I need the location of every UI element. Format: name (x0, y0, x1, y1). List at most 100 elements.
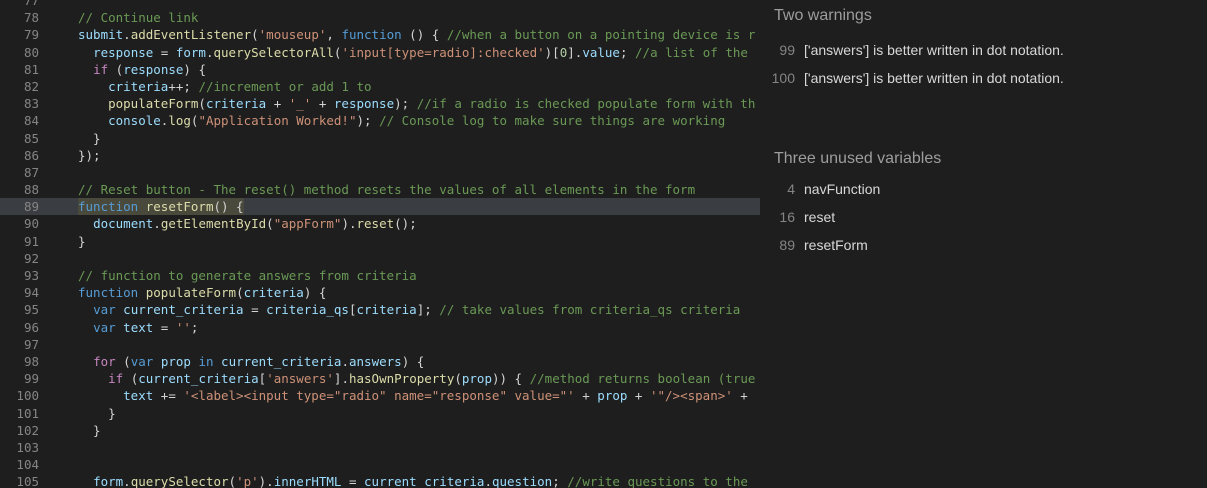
code-line[interactable]: 102 } (0, 422, 760, 439)
code-line[interactable]: 77 (0, 0, 760, 9)
code-text: function populateForm(criteria) { (78, 285, 327, 301)
line-number: 103 (16, 439, 39, 455)
code-line[interactable]: 97 (0, 336, 760, 353)
code-line[interactable]: 101 } (0, 405, 760, 422)
code-line[interactable]: 87 (0, 164, 760, 181)
code-text: }); (78, 147, 101, 163)
code-text: response = form.querySelectorAll('input[… (93, 44, 756, 60)
warning-item[interactable]: 100 ['answers'] is better written in dot … (762, 70, 1064, 86)
code-text: text += '<label><input type="radio" name… (123, 388, 756, 404)
warning-item[interactable]: 99 ['answers'] is better written in dot n… (762, 42, 1064, 58)
line-number: 77 (23, 0, 39, 8)
code-line[interactable]: 96 var text = ''; (0, 319, 760, 336)
code-line[interactable]: 83 populateForm(criteria + '_' + respons… (0, 95, 760, 112)
line-number: 97 (23, 336, 39, 352)
code-text: console.log("Application Worked!"); // C… (108, 113, 726, 129)
code-text: } (78, 130, 101, 146)
code-line[interactable]: 88 // Reset button - The reset() method r… (0, 181, 760, 198)
line-number: 90 (23, 216, 39, 232)
line-number: 83 (23, 96, 39, 112)
code-line[interactable]: 94 function populateForm(criteria) { (0, 284, 760, 301)
code-text: // Reset button - The reset() method res… (78, 182, 696, 198)
unused-line-number: 89 (779, 237, 795, 253)
code-text: submit.addEventListener('mouseup', funct… (78, 27, 756, 43)
unused-line-number: 16 (779, 209, 795, 225)
line-number: 95 (23, 302, 39, 318)
line-number: 86 (23, 147, 39, 163)
line-number: 96 (23, 319, 39, 335)
code-text: for (var prop in current_criteria.answer… (93, 353, 425, 369)
code-editor[interactable]: 77 78 // Continue link 79 submit.addEventLis… (0, 0, 760, 488)
code-line[interactable]: 104 (0, 456, 760, 473)
code-line[interactable]: 79 submit.addEventListener('mouseup', fun… (0, 26, 760, 43)
line-number: 88 (23, 182, 39, 198)
code-line[interactable]: 89 function resetForm() { (0, 198, 760, 216)
unused-variables-title: Three unused variables (774, 150, 942, 167)
unused-variable-name: resetForm (804, 237, 868, 253)
code-line[interactable]: 84 console.log("Application Worked!"); /… (0, 112, 760, 129)
code-text: } (78, 405, 116, 421)
code-line[interactable]: 98 for (var prop in current_criteria.ans… (0, 353, 760, 370)
line-number: 104 (16, 457, 39, 473)
code-line[interactable]: 78 // Continue link (0, 9, 760, 26)
code-line[interactable]: 100 text += '<label><input type="radio" … (0, 387, 760, 404)
code-text: var current_criteria = criteria_qs[crite… (93, 302, 741, 318)
code-line[interactable]: 103 (0, 439, 760, 456)
code-line[interactable]: 93 // function to generate answers from c… (0, 267, 760, 284)
warnings-title: Two warnings (774, 7, 872, 24)
code-text: form.querySelector('p').innerHTML = curr… (93, 474, 756, 488)
line-number: 87 (23, 164, 39, 180)
code-text: if (current_criteria['answers'].hasOwnPr… (108, 371, 756, 387)
line-number: 89 (23, 199, 39, 215)
line-number: 80 (23, 44, 39, 60)
code-lines: 77 78 // Continue link 79 submit.addEventLis… (0, 0, 760, 488)
lint-results-panel: Two warnings 99 ['answers'] is better wri… (762, 0, 1207, 488)
warning-line-number: 100 (771, 70, 795, 86)
line-number: 78 (23, 10, 39, 26)
code-text: document.getElementById("appForm").reset… (93, 216, 417, 232)
warning-text: ['answers'] is better written in dot not… (804, 42, 1064, 58)
line-number: 102 (16, 422, 39, 438)
code-line[interactable]: 91} (0, 233, 760, 250)
code-text: } (78, 422, 101, 438)
line-number: 99 (23, 371, 39, 387)
unused-variable-name: navFunction (804, 181, 881, 197)
line-number: 101 (16, 405, 39, 421)
code-text: // Continue link (78, 10, 199, 26)
unused-variable-item[interactable]: 16 reset (762, 209, 835, 225)
line-number: 105 (16, 474, 39, 488)
code-line[interactable]: 82 criteria++; //increment or add 1 to (0, 78, 760, 95)
line-number: 82 (23, 78, 39, 94)
line-number: 84 (23, 113, 39, 129)
code-line[interactable]: 105 form.querySelector('p').innerHTML = … (0, 473, 760, 488)
code-line[interactable]: 95 var current_criteria = criteria_qs[cr… (0, 301, 760, 318)
code-text: var text = ''; (93, 319, 199, 335)
line-number: 81 (23, 61, 39, 77)
code-text: function resetForm() { (78, 198, 244, 216)
unused-variable-name: reset (804, 209, 836, 225)
line-number: 92 (23, 250, 39, 266)
code-line[interactable]: 80 response = form.querySelectorAll('inp… (0, 44, 760, 61)
code-text: // function to generate answers from cri… (78, 268, 417, 283)
code-text: criteria++; //increment or add 1 to (108, 78, 372, 94)
line-number: 91 (23, 233, 39, 249)
warning-line-number: 99 (779, 42, 795, 58)
line-number: 94 (23, 285, 39, 301)
code-text: populateForm(criteria + '_' + response);… (108, 96, 756, 112)
code-line[interactable]: 99 if (current_criteria['answers'].hasOw… (0, 370, 760, 387)
line-number: 98 (23, 353, 39, 369)
unused-variable-item[interactable]: 4 navFunction (762, 181, 880, 197)
code-line[interactable]: 90 document.getElementById("appForm").re… (0, 215, 760, 232)
line-number: 100 (16, 388, 39, 404)
unused-line-number: 4 (787, 181, 795, 197)
code-text: } (78, 233, 86, 249)
code-line[interactable]: 92 (0, 250, 760, 267)
line-number: 93 (23, 268, 39, 283)
line-number: 85 (23, 130, 39, 146)
code-line[interactable]: 85 } (0, 130, 760, 147)
unused-variable-item[interactable]: 89 resetForm (762, 237, 868, 253)
code-text: if (response) { (93, 61, 206, 77)
code-line[interactable]: 86}); (0, 147, 760, 164)
line-number: 79 (23, 27, 39, 43)
code-line[interactable]: 81 if (response) { (0, 61, 760, 78)
